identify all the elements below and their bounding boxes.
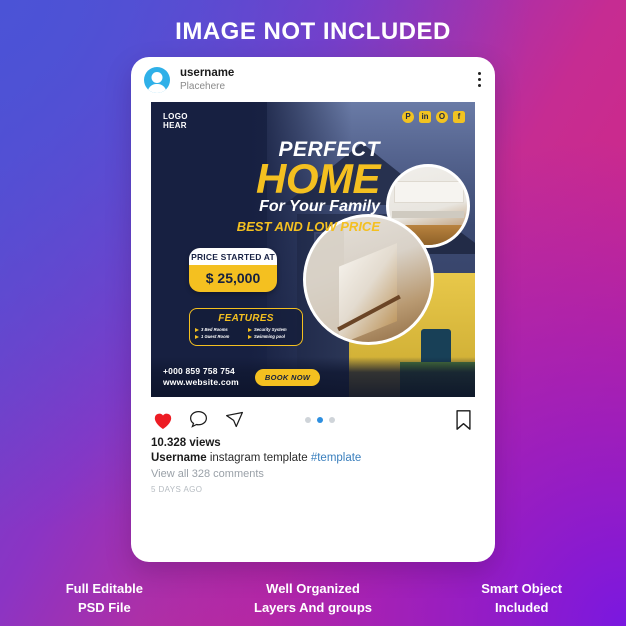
social-icon-row: P in O f: [402, 111, 465, 123]
post-image[interactable]: LOGO HEAR P in O f PERFECT HOME For Your…: [151, 102, 475, 397]
view-comments-link[interactable]: View all 328 comments: [151, 468, 475, 480]
features-list: 3 Bed Rooms Security System 1 Guest Room…: [195, 327, 297, 339]
avatar[interactable]: [144, 66, 170, 93]
heart-icon[interactable]: [151, 408, 174, 431]
facebook-icon[interactable]: f: [453, 111, 465, 123]
counter-shape: [392, 210, 464, 219]
feature-item: Security System: [248, 327, 297, 332]
poster-background: IMAGE NOT INCLUDED username Placehere LO…: [0, 0, 626, 626]
post-meta: 10.328 views Username instagram template…: [131, 431, 495, 494]
arrow-icon: [248, 334, 252, 339]
username-label: username: [180, 66, 235, 79]
footer-column-3: Smart Object Included: [417, 580, 626, 618]
features-title: FEATURES: [218, 313, 274, 324]
creative-footer-bar: +000 859 758 754 www.website.com BOOK NO…: [151, 357, 475, 397]
feature-label: 3 Bed Rooms: [201, 327, 228, 332]
price-value: $ 25,000: [189, 265, 277, 292]
features-box: FEATURES 3 Bed Rooms Security System 1 G…: [189, 308, 303, 346]
caption-hashtag[interactable]: #template: [311, 452, 362, 464]
post-timestamp: 5 DAYS AGO: [151, 485, 203, 494]
carousel-pager[interactable]: [305, 416, 336, 423]
dot: [478, 78, 481, 81]
arrow-icon: [195, 327, 199, 332]
brand-logo: LOGO HEAR: [163, 112, 188, 130]
pager-dot[interactable]: [329, 416, 336, 423]
more-options-icon[interactable]: [478, 72, 481, 87]
footer-line-2: Included: [494, 600, 549, 616]
headline-home: HOME: [256, 155, 381, 202]
book-now-button[interactable]: BOOK NOW: [254, 368, 321, 386]
share-icon[interactable]: [223, 408, 246, 431]
logo-line-1: LOGO: [163, 112, 188, 121]
footer-line-2: PSD File: [77, 600, 131, 616]
feature-label: Security System: [254, 327, 287, 332]
pinterest-icon[interactable]: P: [402, 111, 414, 123]
footer-line-1: Smart Object: [481, 581, 563, 597]
dot: [478, 72, 481, 75]
location-label: Placehere: [180, 80, 226, 92]
interior-wall-shape: [306, 217, 344, 342]
price-label: PRICE STARTED AT: [189, 248, 277, 265]
pager-dot-active[interactable]: [317, 416, 324, 423]
instagram-post-card: username Placehere LOGO HEAR P in O f PE…: [131, 57, 495, 562]
pager-dot[interactable]: [305, 416, 312, 423]
caption-text: instagram template: [209, 452, 308, 464]
linkedin-icon[interactable]: in: [419, 111, 431, 123]
arrow-icon: [195, 334, 199, 339]
arrow-icon: [248, 327, 252, 332]
post-caption: Username instagram template #template: [151, 452, 475, 464]
website-label: www.website.com: [163, 377, 239, 387]
views-count: 10.328 views: [151, 437, 221, 449]
staircase-photo-inset: [303, 214, 434, 345]
footer-line-2: Layers And groups: [254, 600, 372, 616]
headline-block: PERFECT HOME For Your Family BEST AND LO…: [165, 138, 381, 234]
caption-username[interactable]: Username: [151, 452, 207, 464]
staircase-shape: [338, 242, 396, 342]
bookmark-icon[interactable]: [452, 408, 475, 431]
phone-label: +000 859 758 754: [163, 365, 235, 376]
feature-label: Swimming pool: [254, 334, 285, 339]
post-action-bar: [131, 397, 495, 431]
footer-line-1: Full Editable: [65, 581, 143, 597]
logo-line-2: HEAR: [163, 121, 187, 131]
feature-label: 1 Guest Room: [201, 334, 230, 339]
page-title: IMAGE NOT INCLUDED: [175, 18, 451, 45]
dot: [478, 84, 481, 87]
post-header: username Placehere: [131, 57, 495, 102]
headline-subtitle: For Your Family: [259, 197, 380, 215]
contact-block: +000 859 758 754 www.website.com: [163, 366, 239, 389]
headline-tagline: BEST AND LOW PRICE: [236, 218, 380, 234]
feature-item: 3 Bed Rooms: [195, 327, 244, 332]
instagram-icon[interactable]: O: [436, 111, 448, 123]
footer-line-1: Well Organized: [266, 581, 360, 597]
poster-footer: Full Editable PSD File Well Organized La…: [0, 580, 626, 618]
feature-item: 1 Guest Room: [195, 334, 244, 339]
footer-column-1: Full Editable PSD File: [0, 580, 209, 618]
price-badge: PRICE STARTED AT $ 25,000: [189, 248, 277, 292]
feature-item: Swimming pool: [248, 334, 297, 339]
footer-column-2: Well Organized Layers And groups: [209, 580, 418, 618]
cabinet-shape: [393, 181, 465, 204]
post-author: username Placehere: [180, 67, 234, 93]
comment-icon[interactable]: [187, 408, 210, 431]
